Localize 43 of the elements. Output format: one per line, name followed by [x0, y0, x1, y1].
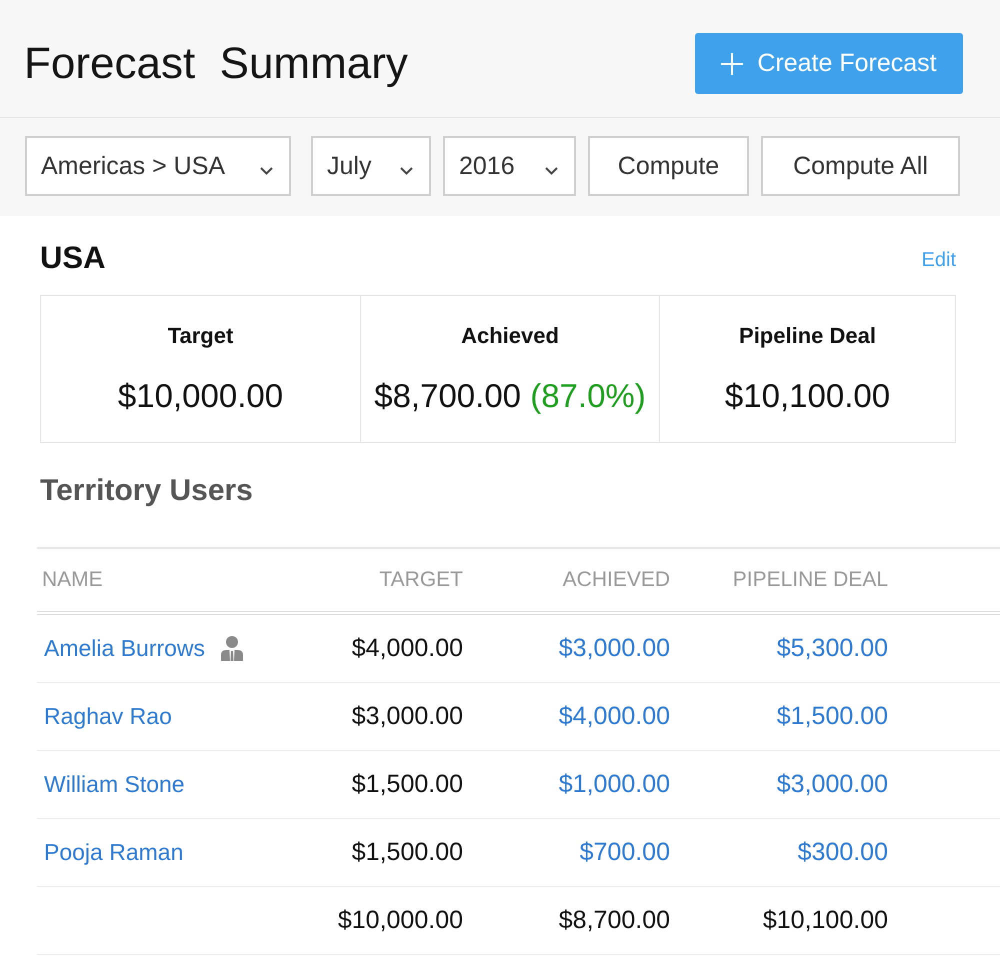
achieved-link[interactable]: $700.00 — [463, 838, 670, 867]
summary-value: $10,000.00 — [118, 376, 284, 416]
summary-label: Target — [168, 324, 234, 348]
compute-button[interactable]: Compute All — [761, 136, 960, 196]
summary-label: Achieved — [461, 324, 559, 348]
user-name-link[interactable]: Pooja Raman — [44, 839, 184, 866]
pipeline-deal-link[interactable]: $1,500.00 — [670, 702, 888, 731]
summary-value: $10,100.00 — [724, 376, 890, 416]
create-forecast-button[interactable]: Create Forecast — [695, 33, 963, 94]
user-name-link[interactable]: Amelia Burrows — [44, 635, 206, 662]
dropdown-field[interactable]: 2016 — [443, 136, 576, 196]
column-header: PIPELINE DEAL — [732, 568, 888, 592]
achieved-link[interactable]: $3,000.00 — [463, 634, 670, 663]
plus-icon — [721, 52, 744, 74]
summary-value: $8,700.00 (87.0%) — [374, 376, 646, 416]
summary-label: Pipeline Deal — [739, 324, 876, 348]
pipeline-deal-link[interactable]: $5,300.00 — [670, 634, 888, 663]
caret-icon — [260, 167, 273, 175]
achieved-link[interactable]: $4,000.00 — [463, 702, 670, 731]
dropdown-field[interactable]: Americas > USA — [25, 136, 291, 196]
user-name-link[interactable]: William Stone — [44, 771, 185, 798]
total-cell-text: $8,700.00 — [558, 906, 670, 935]
target-cell-text: $1,500.00 — [350, 770, 463, 799]
edit-link[interactable]: Edit — [922, 248, 956, 272]
pipeline-deal-link[interactable]: $300.00 — [670, 838, 888, 867]
target-cell-text: $3,000.00 — [350, 702, 463, 731]
caret-icon — [400, 167, 413, 175]
column-header: NAME — [41, 568, 104, 592]
total-cell-text: $10,000.00 — [336, 906, 463, 935]
territory-name: USA — [40, 239, 106, 277]
user-name-link[interactable]: Raghav Rao — [44, 703, 172, 730]
compute-button[interactable]: Compute — [588, 136, 749, 196]
pipeline-deal-link[interactable]: $3,000.00 — [670, 770, 888, 799]
column-header: ACHIEVED — [562, 568, 670, 592]
achieved-link[interactable]: $1,000.00 — [463, 770, 670, 799]
section-title: Territory Users — [40, 473, 253, 509]
total-cell-text: $10,100.00 — [762, 906, 888, 935]
target-cell-text: $1,500.00 — [350, 838, 463, 867]
column-header: TARGET — [378, 568, 463, 592]
page-title: Forecast Summary — [24, 38, 408, 90]
caret-icon — [545, 167, 558, 175]
dropdown-field[interactable]: July — [311, 136, 431, 196]
target-cell-text: $4,000.00 — [350, 634, 463, 663]
